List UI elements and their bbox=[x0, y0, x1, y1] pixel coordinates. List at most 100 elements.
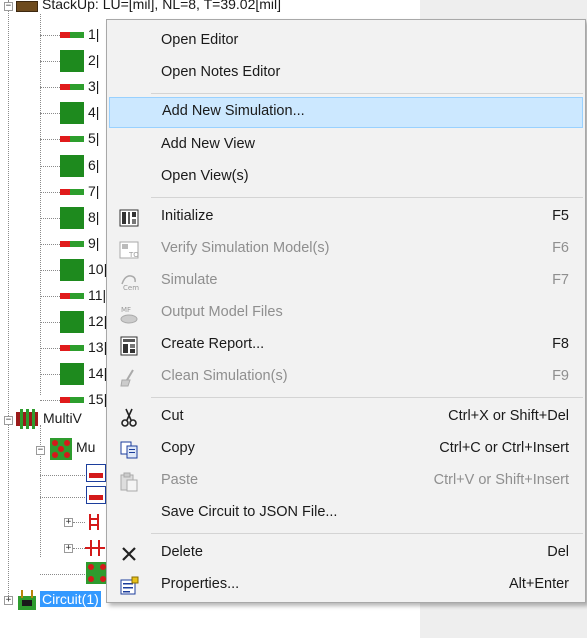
layer-label[interactable]: 15| bbox=[88, 391, 107, 407]
signal-layer-icon bbox=[60, 32, 84, 38]
menu-item-verify-simulation-models[interactable]: TO Verify Simulation Model(s) F6 bbox=[109, 234, 583, 265]
svg-text:TO: TO bbox=[128, 251, 139, 259]
menu-item-save-circuit-json[interactable]: Save Circuit to JSON File... bbox=[109, 498, 583, 529]
stackup-label[interactable]: StackUp: LU=[mil], NL=8, T=39.02[mil] bbox=[42, 0, 281, 12]
output-model-icon: MF bbox=[120, 306, 138, 324]
menu-item-delete[interactable]: Delete Del bbox=[109, 538, 583, 569]
clean-icon bbox=[120, 369, 134, 387]
layer-label[interactable]: 7| bbox=[88, 183, 99, 199]
port-icon bbox=[86, 464, 106, 482]
menu-item-shortcut: F9 bbox=[552, 368, 569, 384]
menu-item-add-new-simulation[interactable]: Add New Simulation... bbox=[109, 97, 583, 128]
layer-label[interactable]: 12| bbox=[88, 313, 107, 329]
layer-label[interactable]: 6| bbox=[88, 157, 99, 173]
menu-item-shortcut: F5 bbox=[552, 208, 569, 224]
menu-item-label: Save Circuit to JSON File... bbox=[161, 504, 338, 520]
menu-item-open-notes-editor[interactable]: Open Notes Editor bbox=[109, 58, 583, 89]
menu-item-initialize[interactable]: Initialize F5 bbox=[109, 202, 583, 233]
tree-connector bbox=[40, 61, 60, 63]
expand-toggle[interactable]: + bbox=[64, 518, 73, 527]
menu-item-label: Simulate bbox=[161, 272, 218, 288]
menu-separator bbox=[151, 397, 583, 398]
menu-item-label: Paste bbox=[161, 472, 199, 488]
menu-item-simulate[interactable]: Cem Simulate F7 bbox=[109, 266, 583, 297]
context-menu: Open Editor Open Notes Editor Add New Si… bbox=[106, 19, 586, 603]
layer-label[interactable]: 8| bbox=[88, 209, 99, 225]
expand-toggle[interactable]: + bbox=[64, 544, 73, 553]
paste-icon bbox=[120, 472, 138, 492]
tree-connector bbox=[73, 522, 85, 523]
plane-layer-icon bbox=[60, 258, 84, 281]
layer-label[interactable]: 9| bbox=[88, 235, 99, 251]
menu-item-create-report[interactable]: Create Report... F8 bbox=[109, 330, 583, 361]
tree-connector bbox=[40, 191, 60, 193]
tree-connector bbox=[40, 269, 60, 271]
tree-connector bbox=[40, 14, 41, 395]
menu-item-open-views[interactable]: Open View(s) bbox=[109, 162, 583, 193]
layer-label[interactable]: 14| bbox=[88, 365, 107, 381]
plane-layer-icon bbox=[60, 102, 84, 125]
plane-layer-icon bbox=[60, 50, 84, 73]
layer-label[interactable]: 13| bbox=[88, 339, 107, 355]
collapse-toggle[interactable]: − bbox=[4, 2, 13, 11]
signal-layer-icon bbox=[60, 293, 84, 299]
menu-item-label: Clean Simulation(s) bbox=[161, 368, 288, 384]
model-icon bbox=[86, 562, 108, 584]
tree-connector bbox=[40, 475, 85, 476]
menu-item-label: Copy bbox=[161, 440, 195, 456]
layer-label[interactable]: 10| bbox=[88, 261, 107, 277]
multiview-label[interactable]: MultiV bbox=[43, 410, 82, 426]
svg-text:MF: MF bbox=[121, 306, 131, 314]
layer-label[interactable]: 11| bbox=[88, 287, 106, 303]
menu-item-shortcut: Alt+Enter bbox=[508, 576, 569, 592]
layer-label[interactable]: 1| bbox=[88, 26, 99, 42]
menu-separator bbox=[151, 93, 583, 94]
stackup-icon bbox=[16, 1, 38, 12]
model-label[interactable]: Mu bbox=[76, 439, 95, 455]
menu-item-clean-simulations[interactable]: Clean Simulation(s) F9 bbox=[109, 362, 583, 393]
menu-item-paste[interactable]: Paste Ctrl+V or Shift+Insert bbox=[109, 466, 583, 497]
copy-icon bbox=[120, 441, 138, 459]
menu-item-properties[interactable]: Properties... Alt+Enter bbox=[109, 570, 583, 601]
tree-connector bbox=[8, 0, 9, 600]
tree-connector bbox=[40, 400, 60, 402]
signal-layer-icon bbox=[60, 345, 84, 352]
signal-layer-icon bbox=[60, 188, 84, 195]
layer-label[interactable]: 4| bbox=[88, 104, 99, 120]
menu-item-label: Open Notes Editor bbox=[161, 64, 281, 80]
tree-connector bbox=[40, 165, 60, 167]
layer-label[interactable]: 3| bbox=[88, 78, 99, 94]
menu-item-output-model-files[interactable]: MF Output Model Files bbox=[109, 298, 583, 329]
plane-layer-icon bbox=[60, 311, 84, 334]
expand-toggle[interactable]: + bbox=[4, 596, 13, 605]
signal-layer-icon bbox=[60, 240, 84, 247]
menu-item-open-editor[interactable]: Open Editor bbox=[109, 26, 583, 57]
menu-item-shortcut: F6 bbox=[552, 240, 569, 256]
collapse-toggle[interactable]: − bbox=[4, 416, 13, 425]
tree-connector bbox=[40, 374, 60, 376]
signal-layer-icon bbox=[60, 136, 84, 143]
layer-label[interactable]: 2| bbox=[88, 52, 99, 68]
menu-item-label: Add New Simulation... bbox=[162, 103, 305, 119]
coupled-line-icon bbox=[85, 540, 105, 556]
menu-item-cut[interactable]: Cut Ctrl+X or Shift+Del bbox=[109, 402, 583, 433]
tree-connector bbox=[40, 87, 60, 89]
menu-item-copy[interactable]: Copy Ctrl+C or Ctrl+Insert bbox=[109, 434, 583, 465]
tree-connector bbox=[40, 139, 60, 141]
tree-connector bbox=[40, 217, 60, 219]
collapse-toggle[interactable]: − bbox=[36, 446, 45, 455]
menu-item-add-new-view[interactable]: Add New View bbox=[109, 130, 583, 161]
circuit-icon bbox=[18, 590, 36, 610]
menu-item-shortcut: Ctrl+X or Shift+Del bbox=[448, 408, 569, 424]
menu-item-label: Add New View bbox=[161, 136, 256, 152]
circuit-label[interactable]: Circuit(1) bbox=[40, 591, 101, 607]
layer-label[interactable]: 5| bbox=[88, 130, 99, 146]
initialize-icon bbox=[119, 209, 139, 227]
tree-connector bbox=[40, 113, 60, 115]
tree-connector bbox=[40, 574, 85, 575]
menu-item-label: Delete bbox=[161, 544, 203, 560]
menu-separator bbox=[151, 197, 583, 198]
menu-item-label: Initialize bbox=[161, 208, 214, 224]
tree-connector bbox=[40, 348, 60, 350]
coupled-line-icon bbox=[89, 514, 99, 530]
